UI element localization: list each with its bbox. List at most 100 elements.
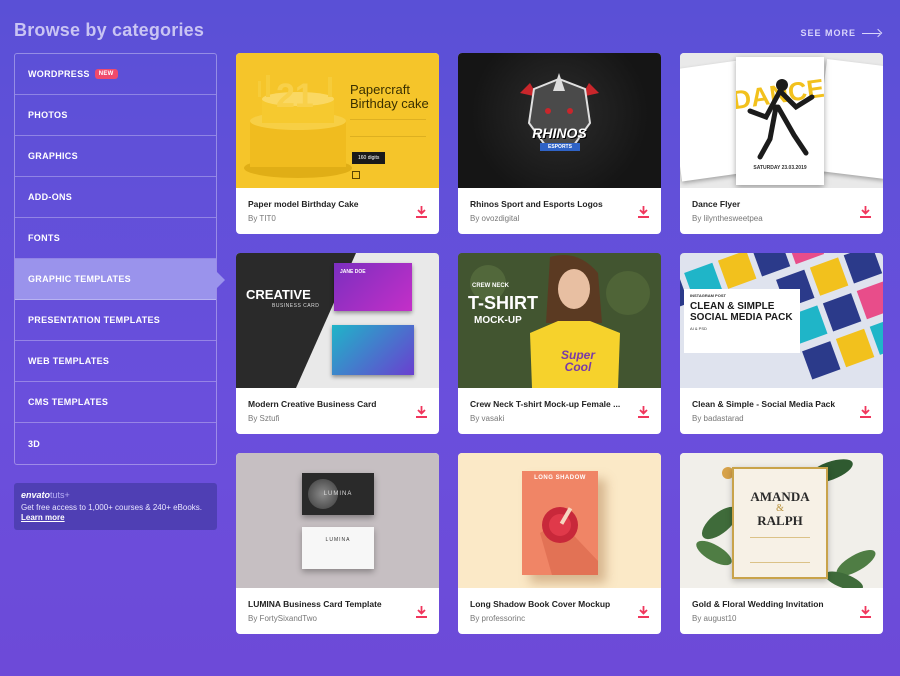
brand-mark-icon [352,171,360,179]
learn-more-link[interactable]: Learn more [21,513,210,522]
sidebar-item-add-ons[interactable]: ADD-ONS [15,177,216,218]
shirt-line3: MOCK-UP [474,315,522,326]
item-title: Rhinos Sport and Esports Logos [470,199,603,209]
see-more-label: SEE MORE [800,28,856,38]
sidebar-item-label: FONTS [28,233,60,243]
download-icon[interactable] [638,406,649,418]
see-more-link[interactable]: SEE MORE [800,28,882,38]
sidebar-item-graphics[interactable]: GRAPHICS [15,136,216,177]
sidebar-item-wordpress[interactable]: WORDPRESS NEW [15,54,216,95]
item-card[interactable]: RHINOS ESPORTS Rhinos Sport and Esports … [458,53,661,234]
invite-name2: RALPH [757,513,803,528]
item-author: By ovozdigital [470,214,520,223]
item-card[interactable]: CREATIVE BUSINESS CARD JANE DOE Modern C… [236,253,439,434]
download-icon[interactable] [860,206,871,218]
item-card[interactable]: CREW NECK T-SHIRT MOCK-UP Super Cool Cre… [458,253,661,434]
card-back [332,325,414,375]
item-card[interactable]: LONG SHADOW Long Shadow Book Cover Mocku… [458,453,661,634]
card-name: JANE DOE [340,269,366,275]
item-title: Long Shadow Book Cover Mockup [470,599,611,609]
bowl-illustration [540,507,598,575]
item-thumbnail: CREATIVE BUSINESS CARD JANE DOE [236,253,439,388]
sidebar-item-photos[interactable]: PHOTOS [15,95,216,136]
item-thumbnail: DANCE SATURDAY 23.03.2019 [680,53,883,188]
item-author: By vasaki [470,414,505,423]
item-card[interactable]: DANCE SATURDAY 23.03.2019 Dance Flyer By… [680,53,883,234]
lumina-card-dark: LUMINA [302,473,374,515]
social-heading: CLEAN & SIMPLE SOCIAL MEDIA PACK [690,301,793,323]
cake-tag: 160 digits [352,152,386,164]
tuts-promo: envatotuts+ Get free access to 1,000+ co… [14,483,217,530]
flyer-date: SATURDAY 23.03.2019 [753,165,807,171]
rhino-logo-text: RHINOS [532,125,587,141]
download-icon[interactable] [416,606,427,618]
item-author: By TIT0 [248,214,276,223]
sidebar-item-label: PHOTOS [28,110,68,120]
item-thumbnail: AMANDA & RALPH [680,453,883,588]
download-icon[interactable] [638,606,649,618]
sidebar-item-label: 3D [28,438,41,449]
item-title: Clean & Simple - Social Media Pack [692,399,836,409]
cake-number: 21 [276,77,314,115]
sidebar-item-fonts[interactable]: FONTS [15,218,216,259]
shirt-print: Super Cool [560,348,595,374]
item-author: By Sztufi [248,414,280,423]
item-author: By august10 [692,614,737,623]
sidebar-item-3d[interactable]: 3D [15,423,216,464]
card-front: JANE DOE [334,263,412,311]
lumina-brand-dark: LUMINA [323,491,353,497]
download-icon[interactable] [416,406,427,418]
sidebar-item-label: PRESENTATION TEMPLATES [28,315,161,325]
download-icon[interactable] [416,206,427,218]
creative-sub: BUSINESS CARD [272,303,320,309]
shirt-line1: CREW NECK [472,283,509,289]
lumina-card-light: LUMINA [302,527,374,569]
cake-description-lines [350,119,426,137]
item-title: LUMINA Business Card Template [248,599,382,609]
item-title: Paper model Birthday Cake [248,199,359,209]
creative-heading: CREATIVE [246,287,311,302]
flyer-center: DANCE SATURDAY 23.03.2019 [736,57,824,185]
category-sidebar: WORDPRESS NEW PHOTOS GRAPHICS ADD-ONS FO… [14,53,225,465]
download-icon[interactable] [860,406,871,418]
sidebar-item-label: CMS TEMPLATES [28,397,109,407]
social-tag: INSTAGRAM POST [690,293,726,298]
envato-tuts-logo: envatotuts+ [21,490,210,500]
item-thumbnail: INSTAGRAM POST CLEAN & SIMPLE SOCIAL MED… [680,253,883,388]
dancer-silhouette [747,79,815,160]
sidebar-item-cms-templates[interactable]: CMS TEMPLATES [15,382,216,423]
item-card[interactable]: INSTAGRAM POST CLEAN & SIMPLE SOCIAL MED… [680,253,883,434]
download-icon[interactable] [860,606,871,618]
sidebar-item-label: WORDPRESS [28,69,90,79]
item-title: Crew Neck T-shirt Mock-up Female ... [470,399,621,409]
item-thumbnail: LONG SHADOW [458,453,661,588]
item-thumbnail: CREW NECK T-SHIRT MOCK-UP Super Cool [458,253,661,388]
item-author: By professorinc [470,614,526,623]
item-card[interactable]: LUMINA LUMINA LUMINA Business Card Templ… [236,453,439,634]
social-sub: AI & PSD [690,326,707,331]
item-title: Gold & Floral Wedding Invitation [692,599,824,609]
item-title: Modern Creative Business Card [248,399,377,409]
social-post-card: INSTAGRAM POST CLEAN & SIMPLE SOCIAL MED… [684,289,800,353]
rhino-logo-illustration [520,73,599,146]
sidebar-item-label: GRAPHIC TEMPLATES [28,274,131,284]
download-icon[interactable] [638,206,649,218]
sidebar-item-label: WEB TEMPLATES [28,356,110,366]
shirt-line2: T-SHIRT [468,293,538,313]
invitation-card: AMANDA & RALPH [732,467,828,579]
item-card[interactable]: AMANDA & RALPH Gold & Floral Wedding Inv… [680,453,883,634]
item-author: By lilynthesweetpea [692,214,763,223]
item-card[interactable]: 21 Papercraft Birthday cake 160 digits P… [236,53,439,234]
sidebar-item-label: ADD-ONS [28,192,73,202]
cake-heading: Papercraft Birthday cake [350,82,429,112]
rhino-logo-sub: ESPORTS [540,143,580,151]
sidebar-item-web-templates[interactable]: WEB TEMPLATES [15,341,216,382]
sidebar-item-graphic-templates[interactable]: GRAPHIC TEMPLATES [15,259,225,300]
sidebar-item-presentation-templates[interactable]: PRESENTATION TEMPLATES [15,300,216,341]
book-cover: LONG SHADOW [522,471,598,575]
sidebar-item-label: GRAPHICS [28,151,78,161]
lumina-brand-light: LUMINA [325,537,351,543]
promo-text: Get free access to 1,000+ courses & 240+… [21,503,202,512]
item-thumbnail: LUMINA LUMINA [236,453,439,588]
item-title: Dance Flyer [692,199,741,209]
